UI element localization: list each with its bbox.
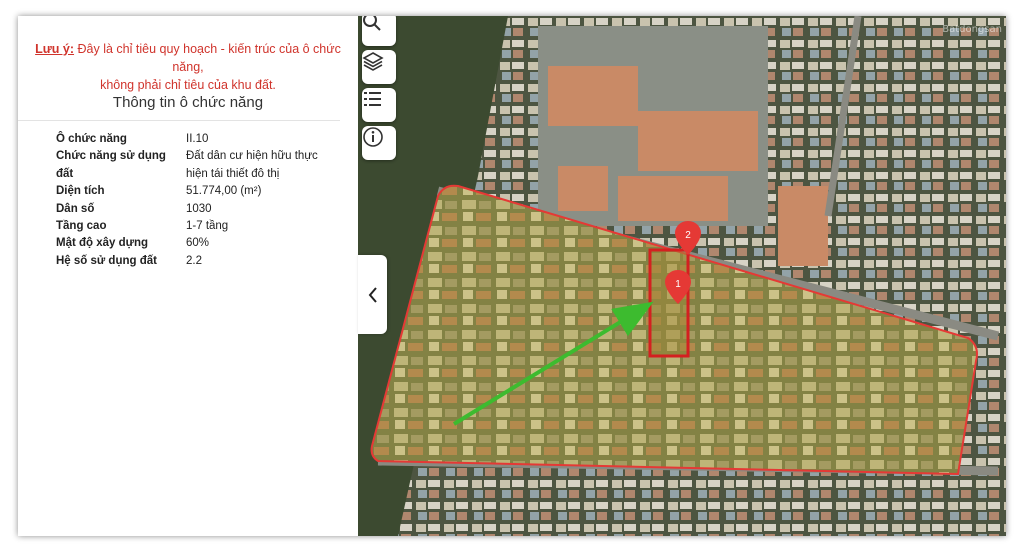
search-button[interactable]	[362, 16, 396, 46]
legend-button[interactable]	[362, 88, 396, 122]
marker-label: 1	[675, 279, 681, 290]
info-value: 60%	[186, 237, 210, 250]
info-value: hiện tái thiết đô thị	[186, 167, 280, 180]
info-value: 2.2	[186, 254, 202, 267]
note-line-1: Đây là chỉ tiêu quy hoạch - kiến trúc củ…	[77, 42, 341, 74]
info-key: Tầng cao	[56, 220, 107, 233]
info-key: đất	[56, 167, 74, 180]
info-value: 1-7 tầng	[186, 220, 229, 233]
chevron-left-icon	[368, 286, 377, 303]
note-tag: Lưu ý:	[35, 42, 75, 56]
map-canvas: 1 2	[358, 16, 1006, 536]
info-key: Chức năng sử dụng	[56, 150, 166, 163]
selected-plot[interactable]	[648, 248, 690, 358]
marker-label: 2	[685, 230, 691, 241]
layers-button[interactable]	[362, 50, 396, 84]
info-value: 1030	[186, 202, 212, 215]
legend-list-icon	[364, 92, 381, 106]
info-row: Chức năng sử dụng Đất dân cư hiện hữu thự…	[56, 148, 326, 165]
watermark: Batdongsan	[942, 24, 1002, 35]
info-row: Tầng cao 1-7 tầng	[56, 218, 326, 235]
search-icon	[363, 16, 381, 31]
info-key: Mật độ xây dựng	[56, 237, 149, 250]
info-button[interactable]	[362, 126, 396, 160]
info-row: Hệ số sử dụng đất 2.2	[56, 253, 326, 270]
planning-note: Lưu ý: Đây là chỉ tiêu quy hoạch - kiến …	[18, 40, 358, 94]
divider	[18, 120, 340, 121]
satellite-map[interactable]: 1 2 Batdongsan	[358, 16, 1006, 536]
info-table: Ô chức năng II.10 Chức năng sử dụng Đất dâ…	[56, 131, 326, 270]
info-value: II.10	[186, 133, 209, 145]
section-title: Thông tin ô chức năng	[112, 94, 264, 111]
info-key: Dân số	[56, 202, 95, 215]
info-row: Diện tích 51.774,00 (m²)	[56, 183, 326, 200]
info-row: đất hiện tái thiết đô thị	[56, 166, 326, 183]
info-key: Hệ số sử dụng đất	[56, 254, 157, 267]
info-row: Dân số 1030	[56, 201, 326, 218]
info-value: Đất dân cư hiện hữu thực	[186, 150, 318, 163]
info-key: Ô chức năng	[56, 133, 127, 145]
info-icon	[363, 127, 383, 147]
layers-icon	[362, 52, 384, 71]
app-frame: Lưu ý: Đây là chỉ tiêu quy hoạch - kiến …	[18, 16, 1006, 536]
info-panel: Lưu ý: Đây là chỉ tiêu quy hoạch - kiến …	[18, 16, 358, 536]
collapse-panel-button[interactable]	[358, 255, 387, 334]
info-row: Mật độ xây dựng 60%	[56, 235, 326, 252]
info-key: Diện tích	[56, 185, 105, 198]
info-row: Ô chức năng II.10	[56, 131, 326, 148]
info-value: 51.774,00 (m²)	[186, 185, 262, 198]
note-line-2: không phải chỉ tiêu của khu đất.	[100, 78, 276, 92]
